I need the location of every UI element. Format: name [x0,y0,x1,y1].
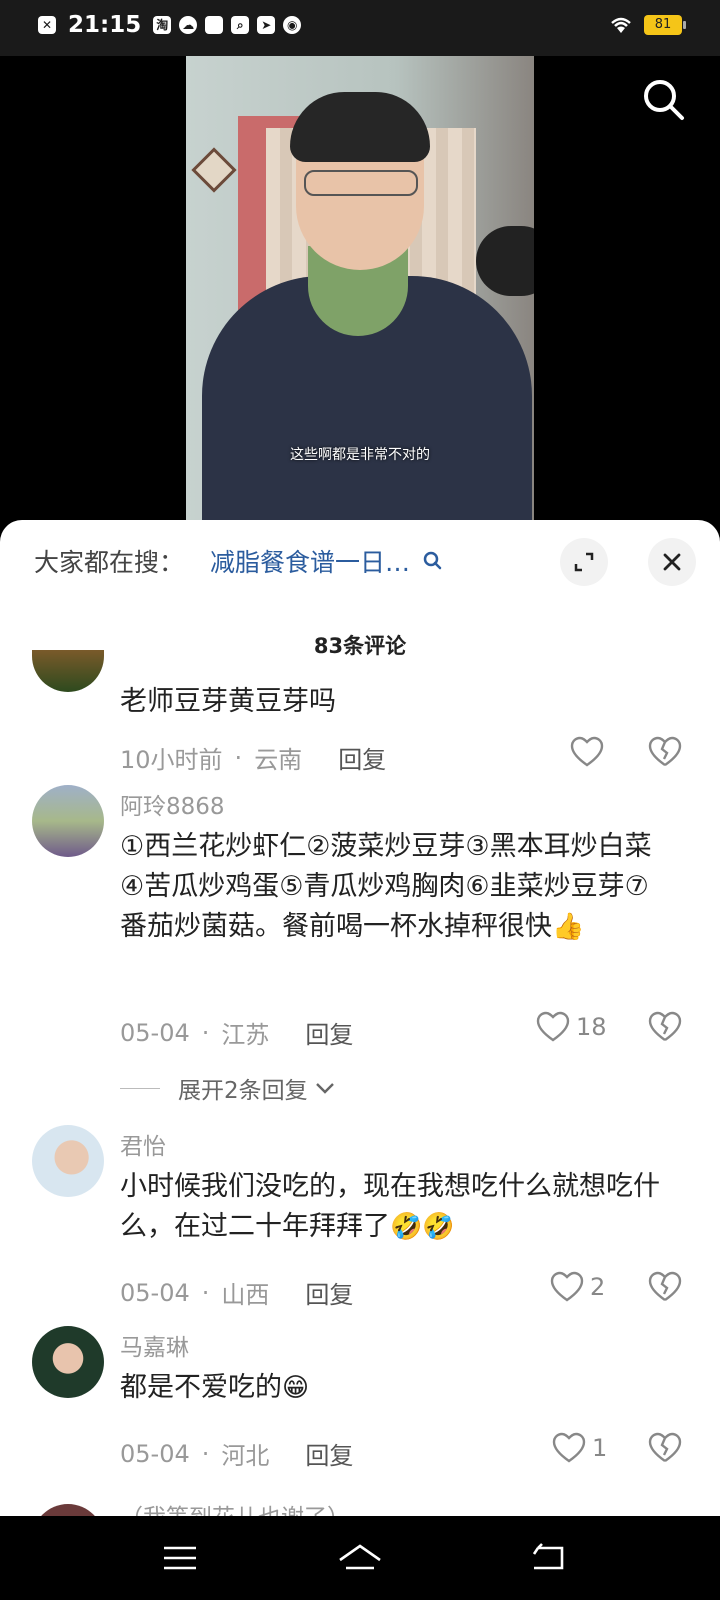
comment-text: ①西兰花炒虾仁②菠菜炒豆芽③黑本耳炒白菜④苦瓜炒鸡蛋⑤青瓜炒鸡胸肉⑥韭菜炒豆芽⑦… [120,827,668,947]
expand-replies[interactable]: 展开2条回复 [120,1071,336,1105]
comment-sheet: 大家都在搜： 减脂餐食谱一日… 83条评论 老师豆芽黄豆芽吗 10小时前 · 云… [0,520,720,1516]
comment-username[interactable]: 马嘉琳 [120,1328,189,1362]
avatar[interactable] [32,1125,104,1197]
search-icon[interactable] [422,550,444,572]
comment-location: 云南 [254,746,303,774]
heart-icon [536,1011,570,1042]
video-player[interactable]: 这些啊都是非常不对的 [186,56,534,526]
like-button[interactable]: 18 [536,1011,607,1043]
wifi-icon [611,17,631,33]
meta-separator: · [234,743,243,772]
expand-button[interactable] [560,538,608,586]
video-person-hair [290,92,430,162]
reply-button[interactable]: 回复 [338,740,386,775]
reply-button[interactable]: 回复 [305,1275,353,1310]
menu-icon[interactable] [160,1538,200,1578]
close-icon [663,553,681,571]
broken-heart-icon[interactable] [648,1432,682,1464]
comment-time: 05-04 [120,1018,190,1047]
status-right: 81 [608,15,686,35]
like-button[interactable]: 1 [552,1432,607,1464]
heart-icon [552,1432,586,1463]
status-time: 21:15 [68,12,142,38]
comment-time: 05-04 [120,1439,190,1468]
battery-icon: 81 [644,15,686,35]
navigation-bar [0,1516,720,1600]
meta-separator: · [201,1018,210,1047]
telegram-icon: ➤ [257,16,276,34]
grinning-emoji: 😁 [282,1373,310,1403]
avatar[interactable] [32,650,104,692]
chevron-down-icon [315,1083,334,1094]
back-icon[interactable] [528,1538,568,1578]
comment-username[interactable]: 君怡 [120,1127,166,1161]
broken-heart-icon[interactable] [648,1271,682,1303]
taobao-icon: 淘 [153,16,172,34]
heart-icon [570,736,604,767]
broken-heart-icon[interactable] [648,1011,682,1043]
weibo-icon: ◉ [283,16,302,34]
video-area[interactable]: 这些啊都是非常不对的 [0,56,720,526]
comment-location: 河北 [221,1442,270,1470]
comment-meta: 05-04 · 江苏 回复 [120,1015,353,1050]
trending-search-query[interactable]: 减脂餐食谱一日… [210,543,410,579]
trending-search-label: 大家都在搜： [34,548,185,577]
search-icon[interactable] [640,76,688,124]
comment-meta: 05-04 · 山西 回复 [120,1275,353,1310]
video-person-glasses [304,170,418,196]
laughing-emoji: 🤣🤣 [390,1212,455,1242]
x-icon: ✕ [38,16,56,34]
app-icon [205,16,224,34]
comment-meta: 10小时前 · 云南 回复 [120,740,386,775]
status-bar: ✕ 21:15 淘 ☁ ⌕ ➤ ◉ 81 [0,0,720,56]
like-count: 18 [576,1013,607,1041]
comment-username[interactable]: 阿玲8868 [120,787,225,821]
avatar[interactable] [32,1326,104,1398]
comment-username[interactable]: （我等到花儿也谢了） [120,1498,350,1516]
trending-search-bar[interactable]: 大家都在搜： 减脂餐食谱一日… [34,540,444,582]
meta-separator: · [201,1439,210,1468]
reply-button[interactable]: 回复 [305,1436,353,1471]
broken-heart-icon[interactable] [648,736,682,768]
home-icon[interactable] [336,1538,384,1578]
comment-text: 都是不爱吃的😁 [120,1368,668,1408]
comment-text: 小时候我们没吃的，现在我想吃什么就想吃什么，在过二十年拜拜了🤣🤣 [120,1167,668,1247]
comment-meta: 05-04 · 河北 回复 [120,1436,353,1471]
reply-button[interactable]: 回复 [305,1015,353,1050]
like-count: 1 [592,1434,608,1462]
comment-text: 老师豆芽黄豆芽吗 [120,686,336,717]
avatar[interactable] [32,785,104,857]
comment-location: 江苏 [221,1021,270,1049]
status-left: ✕ 21:15 淘 ☁ ⌕ ➤ ◉ [38,12,302,38]
like-button[interactable] [570,736,604,768]
cloud-icon: ☁ [179,16,198,34]
comment-time: 10小时前 [120,746,223,774]
thumbs-up-emoji: 👍 [552,912,585,942]
expand-icon [574,552,594,572]
expand-line [120,1087,160,1089]
meta-separator: · [201,1278,210,1307]
expand-replies-label: 展开2条回复 [178,1078,308,1104]
comment-time: 05-04 [120,1278,190,1307]
avatar[interactable] [32,1504,104,1516]
comment-text-body: 都是不爱吃的 [120,1372,282,1403]
video-subtitle: 这些啊都是非常不对的 [290,447,430,463]
like-button[interactable]: 2 [550,1271,605,1303]
comment-count: 83条评论 [313,634,407,658]
heart-icon [550,1271,584,1302]
comment-location: 山西 [221,1281,270,1309]
close-button[interactable] [648,538,696,586]
search-app-icon: ⌕ [231,16,250,34]
like-count: 2 [590,1273,606,1301]
